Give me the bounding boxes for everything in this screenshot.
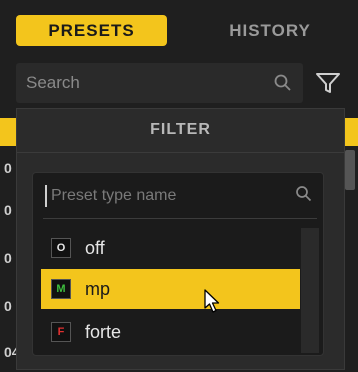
option-off[interactable]: O off: [41, 228, 300, 268]
search-icon[interactable]: [295, 185, 313, 203]
search-placeholder: Search: [26, 73, 80, 92]
preset-type-dropdown: Preset type name O off M mp F forte: [32, 172, 324, 356]
divider: [43, 218, 317, 219]
list-item-highlight: [0, 118, 16, 146]
list-item[interactable]: 0: [0, 250, 16, 278]
search-icon[interactable]: [273, 73, 293, 93]
option-forte[interactable]: F forte: [41, 312, 300, 352]
search-input[interactable]: Search: [16, 63, 303, 103]
preset-type-input[interactable]: Preset type name: [45, 185, 291, 207]
option-label: off: [85, 237, 105, 258]
list-item-highlight-edge: [345, 118, 358, 146]
option-mp[interactable]: M mp: [41, 269, 300, 309]
tab-history[interactable]: HISTORY: [190, 15, 350, 46]
option-label: forte: [85, 321, 122, 342]
dropdown-scrollbar[interactable]: [301, 228, 319, 353]
option-label: mp: [85, 278, 111, 299]
filter-icon[interactable]: [313, 68, 343, 98]
list-item[interactable]: 0: [0, 160, 16, 188]
tab-bar: PRESETS HISTORY: [0, 0, 358, 56]
tab-presets[interactable]: PRESETS: [16, 15, 167, 46]
filter-panel-title: FILTER: [150, 121, 211, 138]
option-badge: O: [51, 238, 71, 258]
mouse-cursor-icon: [204, 289, 220, 313]
list-item[interactable]: 0: [0, 298, 16, 326]
list-scrollbar[interactable]: [345, 150, 355, 190]
option-badge: M: [51, 279, 71, 299]
list-item[interactable]: 0: [0, 202, 16, 230]
divider: [17, 152, 344, 153]
option-badge: F: [51, 322, 71, 342]
list-item[interactable]: 04: [0, 344, 20, 372]
